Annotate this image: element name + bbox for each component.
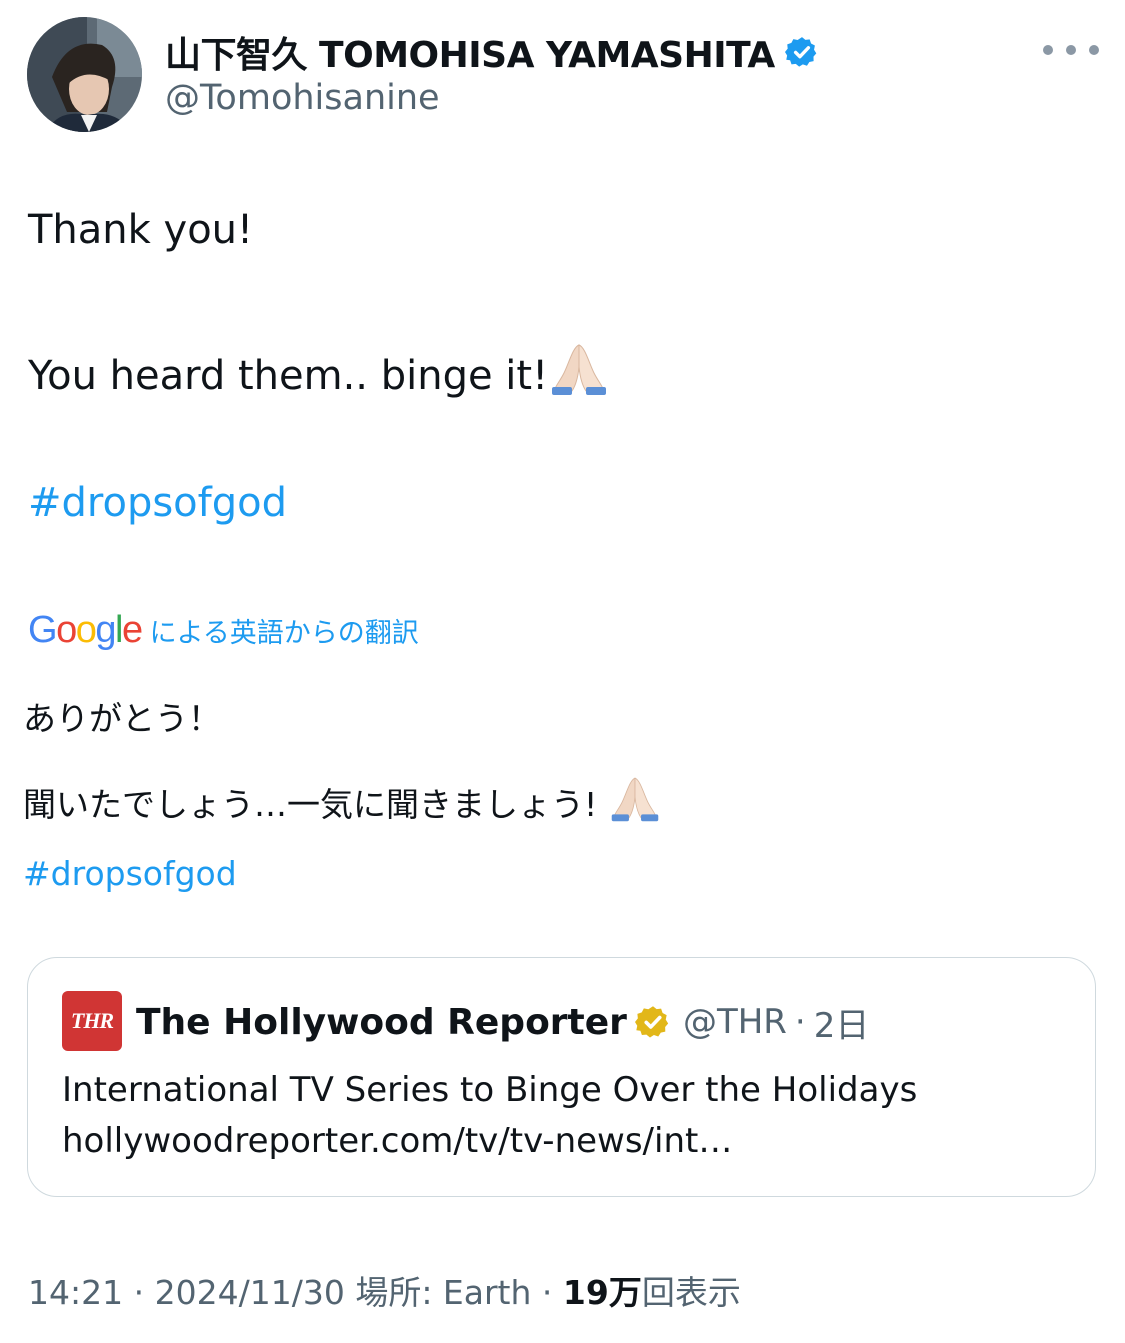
translated-text: 聞いたでしょう…一気に聞きましょう! bbox=[23, 785, 598, 824]
tweet-location: 場所: Earth bbox=[355, 1273, 532, 1312]
thr-logo: THR bbox=[62, 991, 122, 1051]
view-label: 回表示 bbox=[641, 1273, 741, 1312]
quoted-text: International TV Series to Binge Over th… bbox=[62, 1070, 918, 1110]
tweet-time[interactable]: 14:21 bbox=[28, 1273, 123, 1312]
meta-separator: · bbox=[133, 1273, 145, 1312]
avatar[interactable] bbox=[27, 17, 142, 132]
hashtag-link[interactable]: #dropsofgod bbox=[28, 478, 287, 528]
quoted-tweet-card[interactable]: THR The Hollywood Reporter @THR · 2日 Int… bbox=[27, 957, 1096, 1197]
view-count: 19万 bbox=[562, 1273, 642, 1312]
tweet-meta: 14:21 · 2024/11/30 場所: Earth · 19万回表示 bbox=[28, 1270, 741, 1316]
quoted-time: 2日 bbox=[813, 1005, 870, 1046]
google-logo: Google bbox=[28, 608, 143, 651]
quoted-author-name: The Hollywood Reporter bbox=[136, 1001, 627, 1043]
quoted-link[interactable]: hollywoodreporter.com/tv/tv-news/int… bbox=[62, 1116, 732, 1166]
meta-separator: · bbox=[541, 1273, 553, 1312]
translation-label: による英語からの翻訳 bbox=[149, 617, 419, 649]
translation-attribution[interactable]: Google による英語からの翻訳 bbox=[28, 605, 419, 655]
quoted-handle: @THR bbox=[682, 1002, 787, 1042]
translated-line-2: 聞いたでしょう…一気に聞きましょう! bbox=[23, 774, 660, 827]
author-display-name[interactable]: 山下智久 TOMOHISA YAMASHITA bbox=[165, 26, 775, 78]
avatar-photo bbox=[27, 17, 142, 132]
tweet-date[interactable]: 2024/11/30 bbox=[155, 1273, 345, 1312]
translated-hashtag-link[interactable]: #dropsofgod bbox=[23, 852, 237, 896]
translated-line-1: ありがとう！ bbox=[23, 699, 221, 738]
gold-verified-badge-icon bbox=[634, 1006, 669, 1038]
author-handle[interactable]: @Tomohisanine bbox=[165, 78, 440, 118]
tweet-text-line-2: You heard them.. binge it! bbox=[28, 341, 608, 401]
folded-hands-icon bbox=[611, 777, 659, 822]
quoted-separator: · bbox=[794, 1002, 806, 1042]
more-options-icon[interactable] bbox=[1043, 30, 1099, 70]
tweet-text: You heard them.. binge it! bbox=[28, 353, 549, 399]
tweet-text-line-1: Thank you! bbox=[28, 207, 254, 253]
folded-hands-icon bbox=[552, 344, 607, 395]
verified-badge-icon[interactable] bbox=[784, 35, 819, 69]
